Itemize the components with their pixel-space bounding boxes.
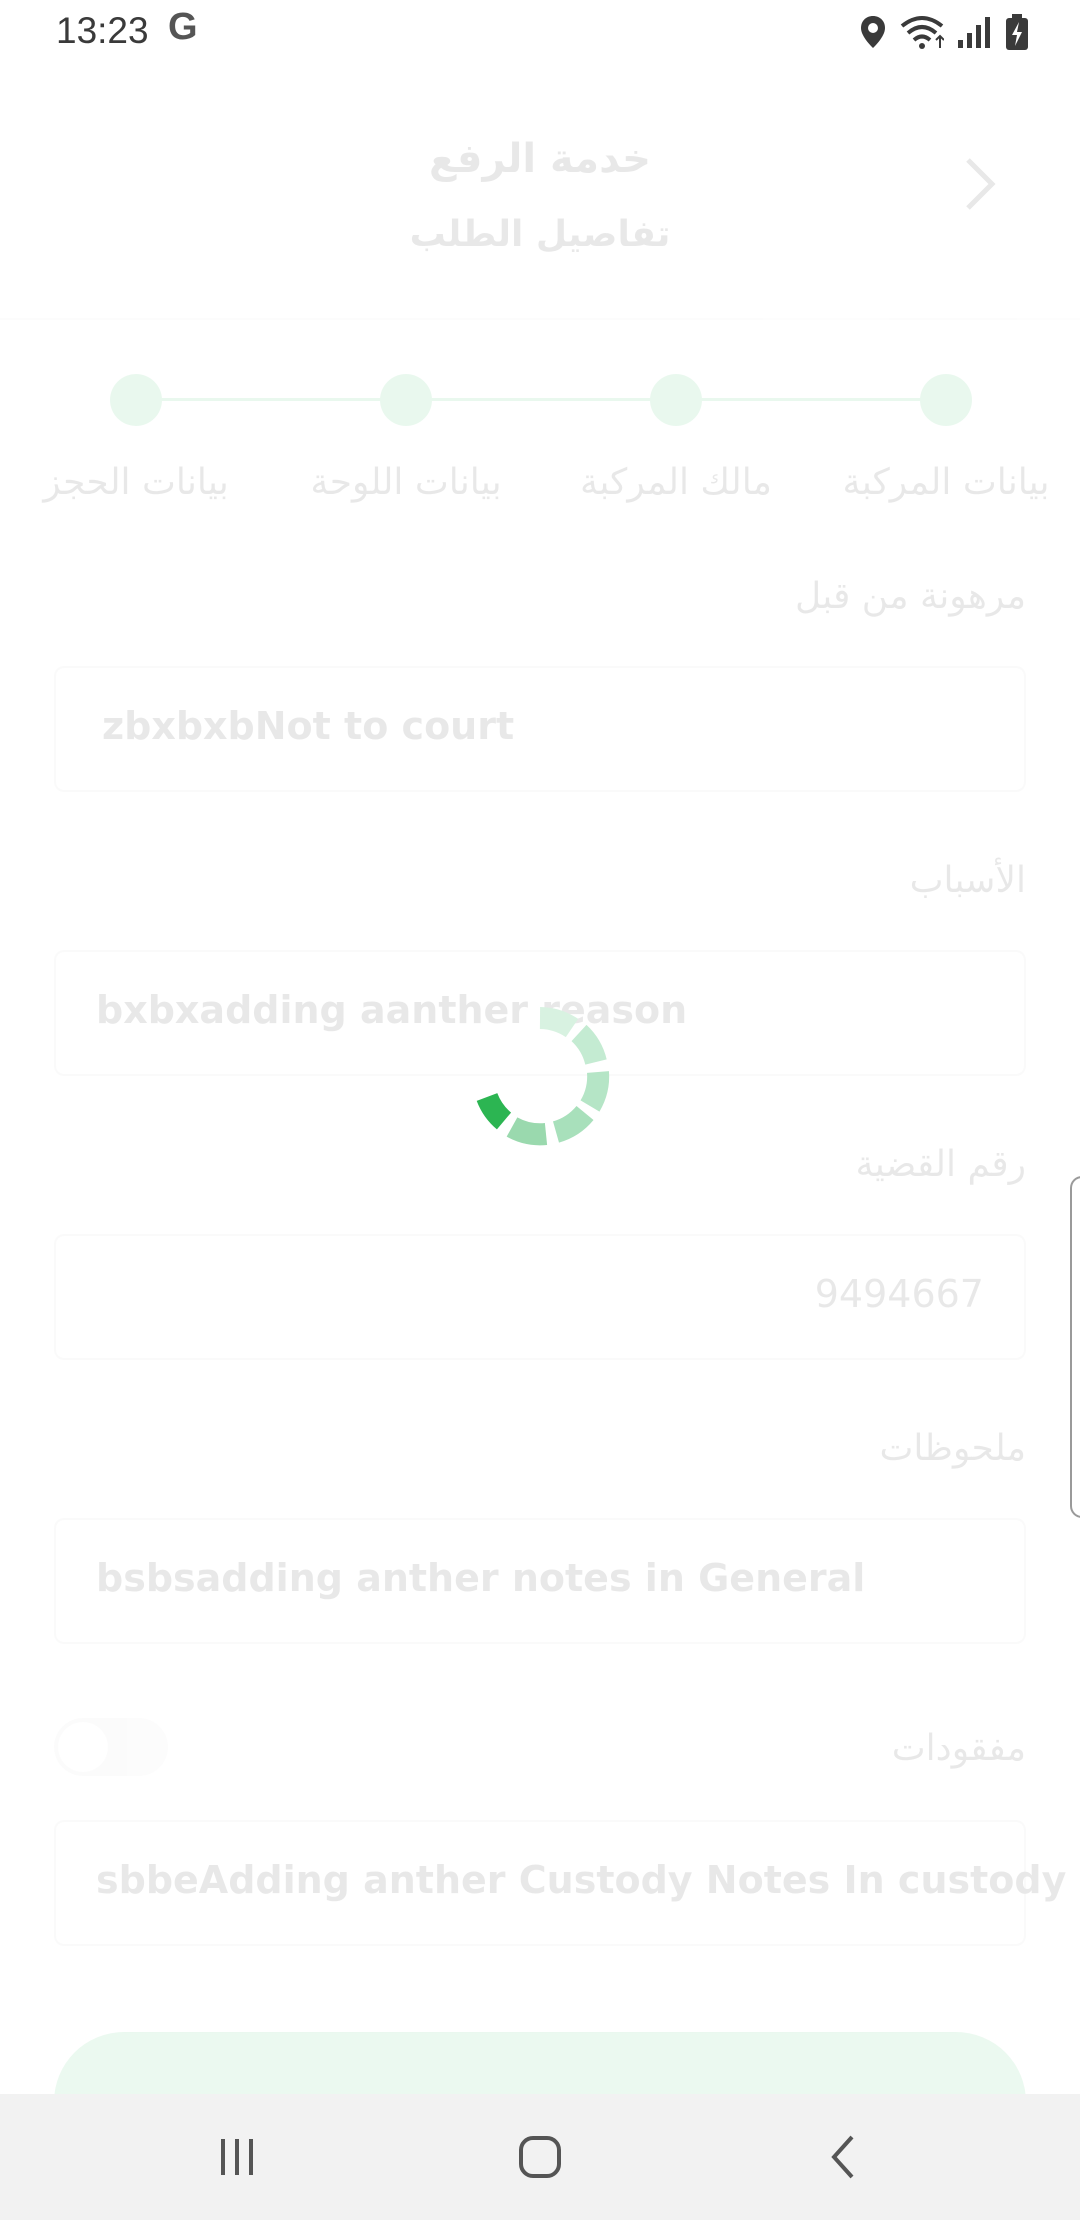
missing-field[interactable]: sbbeAdding anther Custody Notes In custo… — [54, 1820, 1066, 1946]
page-title: خدمة الرفع — [428, 136, 651, 182]
home-icon — [519, 2136, 561, 2178]
step-dot-1[interactable] — [920, 374, 972, 426]
status-bar: 13:23 G — [0, 0, 1080, 66]
spinner-segment — [580, 1071, 610, 1112]
missing-value: sbbeAdding anther Custody Notes In custo… — [96, 1858, 1067, 1902]
step-dot-2[interactable] — [650, 374, 702, 426]
back-arrow-icon[interactable] — [960, 154, 1000, 214]
step-label-vehicle: بيانات المركبة — [842, 462, 1050, 503]
step-dot-3[interactable] — [380, 374, 432, 426]
reasons-label: الأسباب — [909, 860, 1026, 901]
google-icon: G — [168, 6, 198, 48]
case-number-label: رقم القضية — [855, 1144, 1026, 1185]
spinner-segment — [476, 1092, 512, 1130]
step-dot-4[interactable] — [110, 374, 162, 426]
notes-label: ملحوظات — [879, 1428, 1026, 1469]
status-icons — [860, 12, 1028, 52]
wifi-icon — [900, 16, 944, 49]
stepper-line — [136, 398, 946, 401]
app-header: خدمة الرفع تفاصيل الطلب — [0, 66, 1080, 320]
spinner-segment — [571, 1024, 607, 1066]
case-number-value: 9494667 — [814, 1272, 984, 1316]
spinner-segment — [552, 1105, 594, 1143]
step-label-seizure: بيانات الحجز — [43, 462, 229, 503]
location-icon — [861, 16, 885, 48]
loading-spinner-icon — [476, 1007, 610, 1146]
notes-value: bsbsadding anther notes in General — [96, 1556, 866, 1600]
case-number-field[interactable]: 9494667 — [54, 1234, 1026, 1360]
nav-bar — [0, 2094, 1080, 2220]
step-label-owner: مالك المركبة — [580, 462, 772, 503]
recents-button[interactable] — [192, 2122, 282, 2192]
mortgaged-label: مرهونة من قبل — [795, 576, 1026, 617]
battery-charging-icon — [1006, 14, 1028, 50]
spinner-segment — [539, 1007, 579, 1038]
recents-icon — [221, 2139, 253, 2175]
page-subtitle: تفاصيل الطلب — [409, 214, 671, 255]
back-icon — [831, 2135, 854, 2179]
mortgaged-field[interactable]: zbxbxbNot to court — [54, 666, 1026, 792]
spinner-segment — [506, 1117, 548, 1146]
step-label-plate: بيانات اللوحة — [310, 462, 502, 503]
edge-panel-handle[interactable] — [1070, 1176, 1080, 1518]
toggle-knob — [58, 1722, 108, 1772]
notes-field[interactable]: bsbsadding anther notes in General — [54, 1518, 1026, 1644]
stepper: بيانات المركبة مالك المركبة بيانات اللوح… — [0, 366, 1080, 506]
mortgaged-value: zbxbxbNot to court — [102, 704, 515, 748]
status-time: 13:23 — [56, 10, 149, 51]
back-button[interactable] — [798, 2122, 888, 2192]
home-button[interactable] — [495, 2122, 585, 2192]
signal-icon — [958, 17, 990, 48]
missing-label: مفقودات — [891, 1728, 1026, 1769]
missing-toggle[interactable] — [54, 1718, 168, 1776]
